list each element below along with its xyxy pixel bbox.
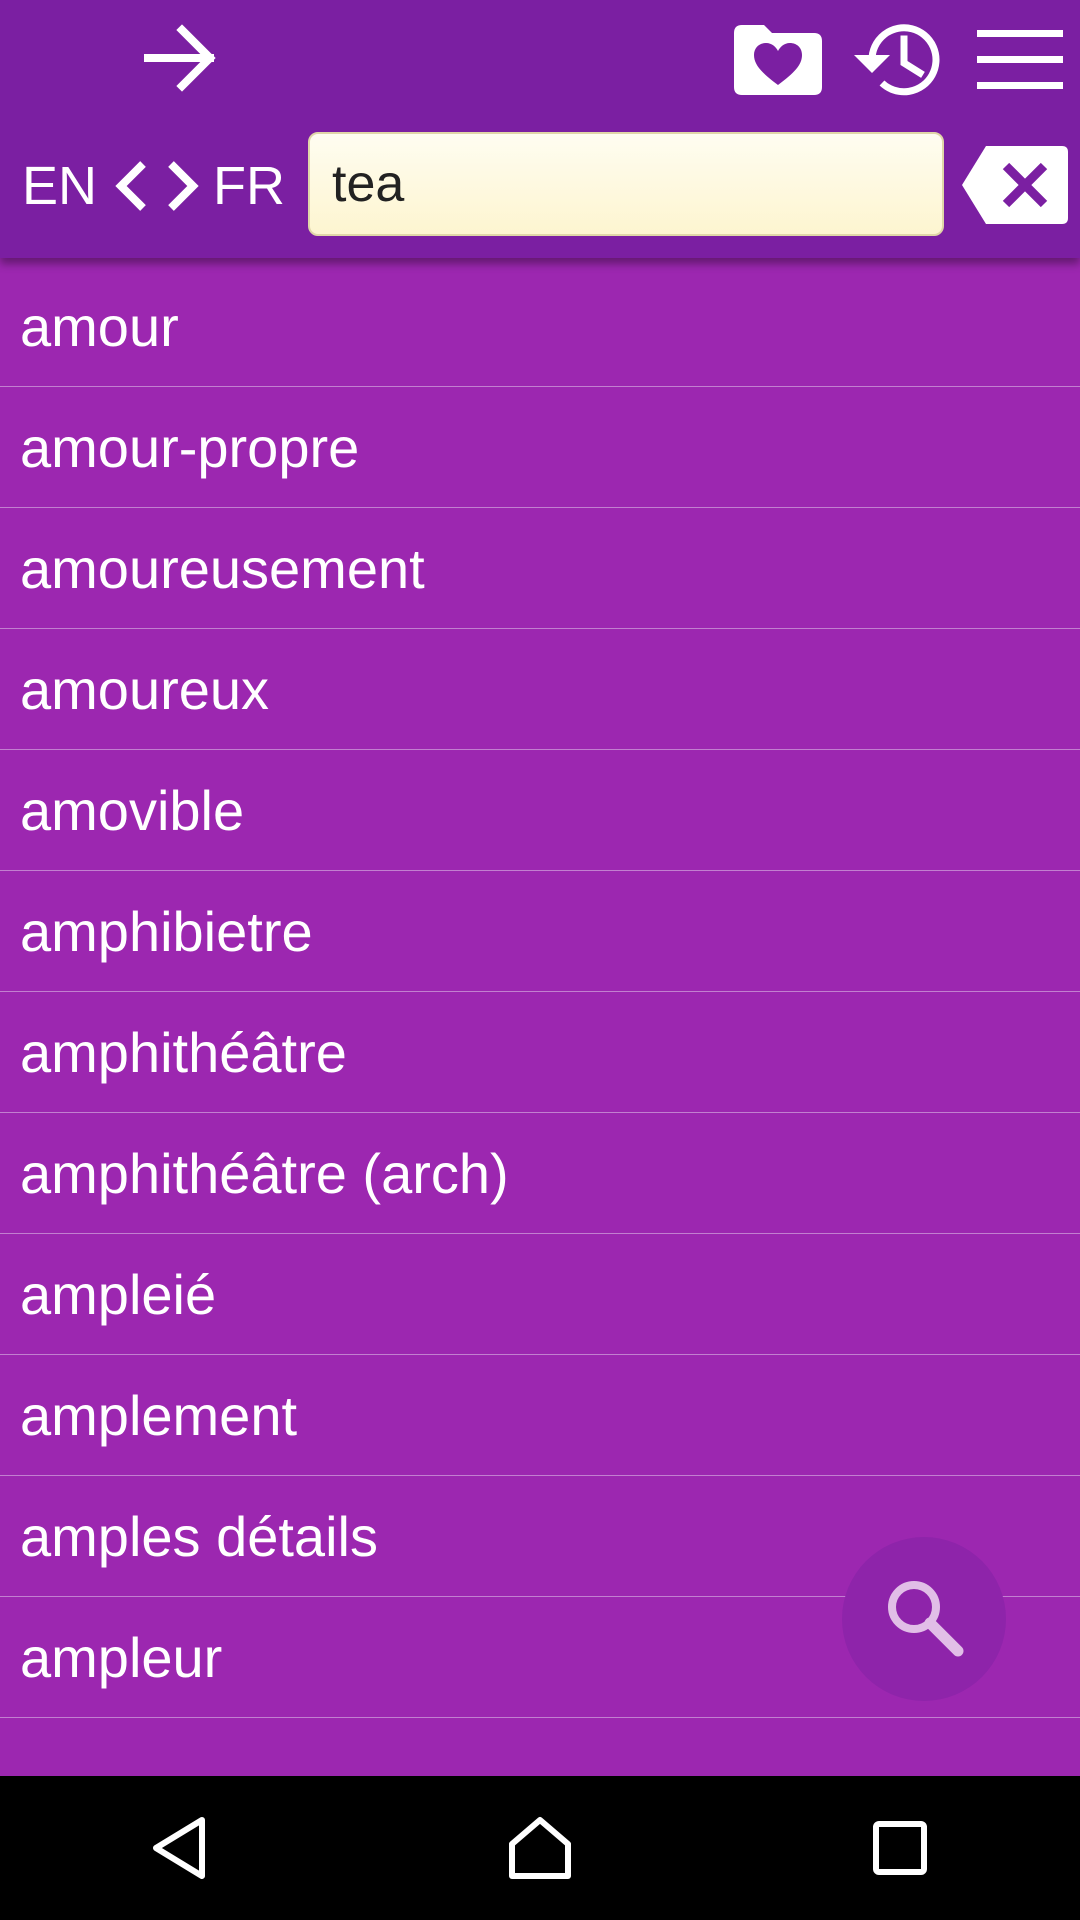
search-fab[interactable]: [842, 1537, 1006, 1701]
list-item[interactable]: amphibietre: [0, 871, 1080, 992]
top-toolbar: EN FR: [0, 0, 1080, 258]
list-item[interactable]: amour: [0, 266, 1080, 387]
system-navigation-bar: [0, 1776, 1080, 1920]
hamburger-menu-icon[interactable]: [972, 16, 1068, 104]
language-selector: EN FR: [0, 130, 300, 242]
list-item[interactable]: amoureux: [0, 629, 1080, 750]
search-input[interactable]: [310, 134, 942, 234]
nav-back-icon[interactable]: [100, 1776, 260, 1920]
chevron-left-icon[interactable]: [111, 158, 151, 214]
source-language[interactable]: EN: [22, 159, 97, 213]
language-swap[interactable]: [111, 158, 203, 214]
list-item[interactable]: amphithéâtre (arch): [0, 1113, 1080, 1234]
backspace-clear-icon[interactable]: [958, 142, 1072, 228]
search-icon: [882, 1575, 966, 1664]
list-item[interactable]: ampleié: [0, 1234, 1080, 1355]
list-item[interactable]: amour-propre: [0, 387, 1080, 508]
chevron-right-icon[interactable]: [163, 158, 203, 214]
list-item[interactable]: amoureusement: [0, 508, 1080, 629]
nav-recents-icon[interactable]: [820, 1776, 980, 1920]
folder-heart-icon[interactable]: [728, 16, 828, 104]
target-language[interactable]: FR: [213, 159, 285, 213]
list-item[interactable]: amphithéâtre: [0, 992, 1080, 1113]
history-icon[interactable]: [848, 10, 952, 110]
nav-home-icon[interactable]: [460, 1776, 620, 1920]
list-item[interactable]: amovible: [0, 750, 1080, 871]
search-field[interactable]: [308, 132, 944, 236]
list-item[interactable]: amplement: [0, 1355, 1080, 1476]
arrow-right-icon[interactable]: [130, 14, 230, 102]
dictionary-app: EN FR tea amour amour-propre amoureuseme…: [0, 0, 1080, 1920]
